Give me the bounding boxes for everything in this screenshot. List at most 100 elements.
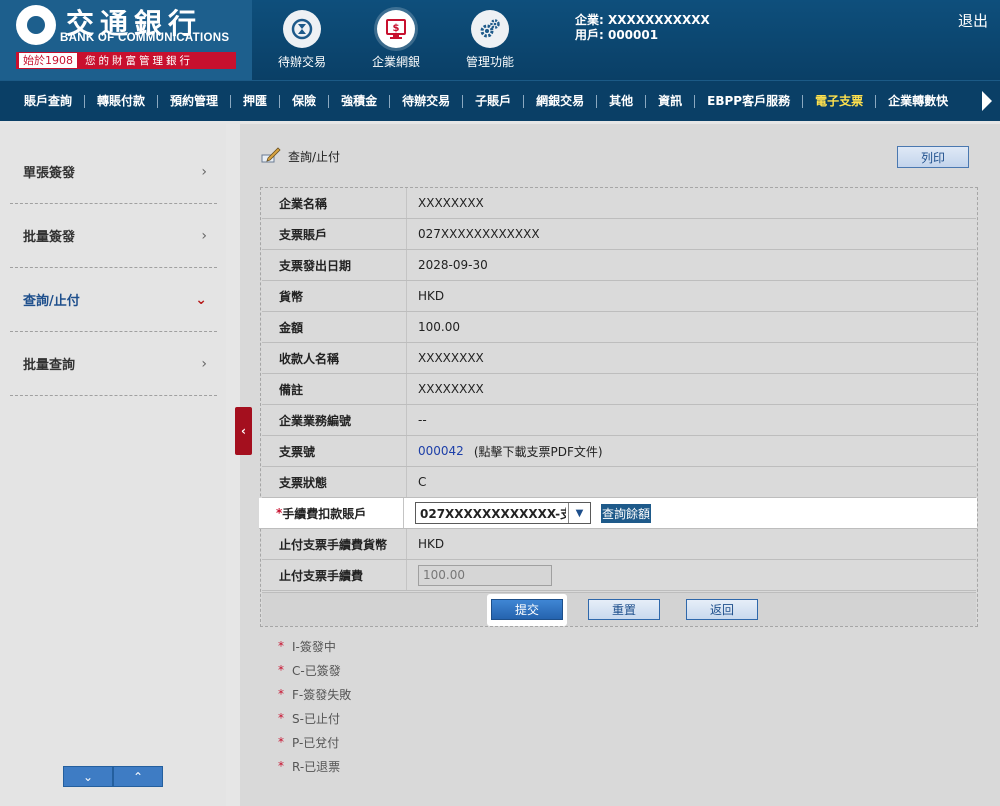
sidebar-item-label: 單張簽發	[23, 166, 76, 181]
back-button[interactable]: 返回	[686, 599, 758, 620]
table-row: 金額 100.00	[262, 312, 976, 343]
field-value: XXXXXXXX	[418, 351, 484, 365]
header-icon-label: 待辦交易	[277, 55, 326, 69]
legend-text: I-簽發中	[292, 639, 336, 654]
reset-button[interactable]: 重置	[588, 599, 660, 620]
since-badge: 始於1908	[19, 53, 77, 68]
field-label: 支票狀態	[262, 467, 407, 497]
gears-icon	[471, 10, 509, 48]
field-value: 100.00	[407, 564, 552, 586]
nav-scroll-right-icon[interactable]	[982, 91, 992, 111]
table-row-fee: 止付支票手續費 100.00	[262, 560, 976, 591]
nav-item-transfer[interactable]: 轉賬付款	[85, 94, 159, 108]
header-pending-transactions[interactable]: 待辦交易	[262, 10, 342, 70]
stop-fee-input: 100.00	[418, 564, 552, 586]
scroll-up-button[interactable]: ⌃	[113, 766, 163, 787]
nav-item-info[interactable]: 資訊	[646, 94, 696, 108]
table-row-fee-currency: 止付支票手續費貨幣 HKD	[262, 529, 976, 560]
table-row: 企業名稱 XXXXXXXX	[262, 188, 976, 219]
field-label: 支票號	[262, 436, 407, 466]
legend-text: P-已兌付	[292, 735, 340, 750]
svg-text:$: $	[393, 23, 400, 34]
nav-item-insurance[interactable]: 保險	[280, 94, 330, 108]
header-corporate-banking[interactable]: $ 企業網銀	[356, 10, 436, 70]
nav-item-echeque[interactable]: 電子支票	[803, 94, 877, 108]
field-value: XXXXXXXX	[418, 196, 484, 210]
top-header: 交通銀行 BANK OF COMMUNICATIONS 始於1908 您的財富管…	[0, 0, 1000, 80]
nav-item-others[interactable]: 其他	[597, 94, 647, 108]
table-row: 支票發出日期 2028-09-30	[262, 250, 976, 281]
field-value: 000042 (點擊下載支票PDF文件)	[407, 443, 603, 460]
logo-slogan-strip: 始於1908 您的財富管理銀行	[16, 52, 236, 69]
list-item: * R-已退票	[278, 754, 351, 778]
field-value: HKD	[418, 289, 445, 303]
cheque-detail-form: 企業名稱 XXXXXXXX 支票賬戶 027XXXXXXXXXXXX 支票發出日…	[259, 187, 978, 627]
field-value: XXXXXXXX	[418, 382, 484, 396]
chevron-right-icon: ›	[201, 163, 207, 180]
legend-star: *	[278, 735, 284, 749]
nav-item-scheduled[interactable]: 預約管理	[158, 94, 232, 108]
table-row: 貨幣 HKD	[262, 281, 976, 312]
field-label: 支票發出日期	[262, 250, 407, 280]
print-button[interactable]: 列印	[897, 146, 969, 168]
nav-item-bills[interactable]: 押匯	[231, 94, 281, 108]
field-value: 027XXXXXXXXXXXX-支票 ▼ 查詢餘額	[404, 502, 652, 524]
list-item: * F-簽發失敗	[278, 682, 351, 706]
header-management[interactable]: 管理功能	[450, 10, 530, 70]
table-row: 收款人名稱 XXXXXXXX	[262, 343, 976, 374]
legend-star: *	[278, 639, 284, 653]
fee-account-selected: 027XXXXXXXXXXXX-支票	[420, 506, 566, 521]
nav-item-fps[interactable]: 企業轉數快	[876, 94, 960, 108]
logout-button[interactable]: 退出	[958, 10, 988, 31]
sidebar: 單張簽發 › 批量簽發 › 查詢/止付 ⌄ 批量查詢 › ⌄ ⌃	[0, 124, 226, 806]
field-label: 企業名稱	[262, 188, 407, 218]
chevron-right-icon: ›	[201, 227, 207, 244]
nav-item-pending[interactable]: 待辦交易	[390, 94, 464, 108]
legend-star: *	[278, 687, 284, 701]
table-row-fee-account: *手續費扣款賬戶 027XXXXXXXXXXXX-支票 ▼ 查詢餘額	[259, 498, 977, 529]
check-balance-link[interactable]: 查詢餘額	[601, 503, 652, 523]
main-content: 查詢/止付 列印 企業名稱 XXXXXXXX 支票賬戶 027XXXXXXXXX…	[240, 124, 1000, 806]
legend-text: C-已簽發	[292, 663, 341, 678]
field-label: 支票賬戶	[262, 219, 407, 249]
legend-star: *	[278, 663, 284, 677]
nav-item-account-inquiry[interactable]: 賬戶查詢	[0, 94, 86, 108]
nav-item-ebanking-txn[interactable]: 網銀交易	[524, 94, 598, 108]
page-title: 查詢/止付	[260, 146, 340, 167]
scroll-down-button[interactable]: ⌄	[63, 766, 113, 787]
list-item: * P-已兌付	[278, 730, 351, 754]
submit-button[interactable]: 提交	[491, 599, 563, 620]
field-value: HKD	[418, 537, 445, 551]
field-label: 企業業務編號	[262, 405, 407, 435]
monitor-dollar-icon: $	[377, 10, 415, 48]
field-label: 收款人名稱	[262, 343, 407, 373]
sidebar-item-batch-inquiry[interactable]: 批量查詢 ›	[10, 332, 217, 396]
nav-item-mpf[interactable]: 強積金	[329, 94, 391, 108]
main-nav: 賬戶查詢 轉賬付款 預約管理 押匯 保險 強積金 待辦交易 子賬戶 網銀交易 其…	[0, 80, 1000, 121]
field-value: --	[418, 413, 427, 427]
sidebar-scroll-controls: ⌄ ⌃	[63, 766, 163, 787]
fee-account-label: 手續費扣款賬戶	[282, 506, 367, 521]
table-row-cheque-no: 支票號 000042 (點擊下載支票PDF文件)	[262, 436, 976, 467]
fee-account-select[interactable]: 027XXXXXXXXXXXX-支票 ▼	[415, 502, 591, 524]
sidebar-item-inquiry-stop[interactable]: 查詢/止付 ⌄	[10, 268, 217, 332]
field-value: C	[418, 475, 427, 489]
table-row: 企業業務編號 --	[262, 405, 976, 436]
field-value: 100.00	[418, 320, 460, 334]
field-value: 2028-09-30	[418, 258, 488, 272]
list-item: * I-簽發中	[278, 634, 351, 658]
sidebar-collapse-button[interactable]: ‹	[235, 407, 252, 455]
nav-item-ebpp[interactable]: EBPP客戶服務	[695, 94, 804, 108]
cheque-pdf-link[interactable]: 000042	[418, 444, 464, 458]
form-actions: 提交 重置 返回	[262, 592, 976, 626]
legend-star: *	[278, 759, 284, 773]
nav-item-sub-account[interactable]: 子賬戶	[463, 94, 525, 108]
hourglass-icon	[283, 10, 321, 48]
bank-logo[interactable]: 交通銀行 BANK OF COMMUNICATIONS 始於1908 您的財富管…	[0, 0, 252, 80]
page-title-text: 查詢/止付	[288, 150, 341, 164]
dropdown-arrow-icon[interactable]: ▼	[568, 503, 590, 523]
sidebar-item-single-issue[interactable]: 單張簽發 ›	[10, 140, 217, 204]
pen-document-icon	[260, 146, 282, 167]
bank-logo-icon	[16, 5, 56, 45]
sidebar-item-batch-issue[interactable]: 批量簽發 ›	[10, 204, 217, 268]
